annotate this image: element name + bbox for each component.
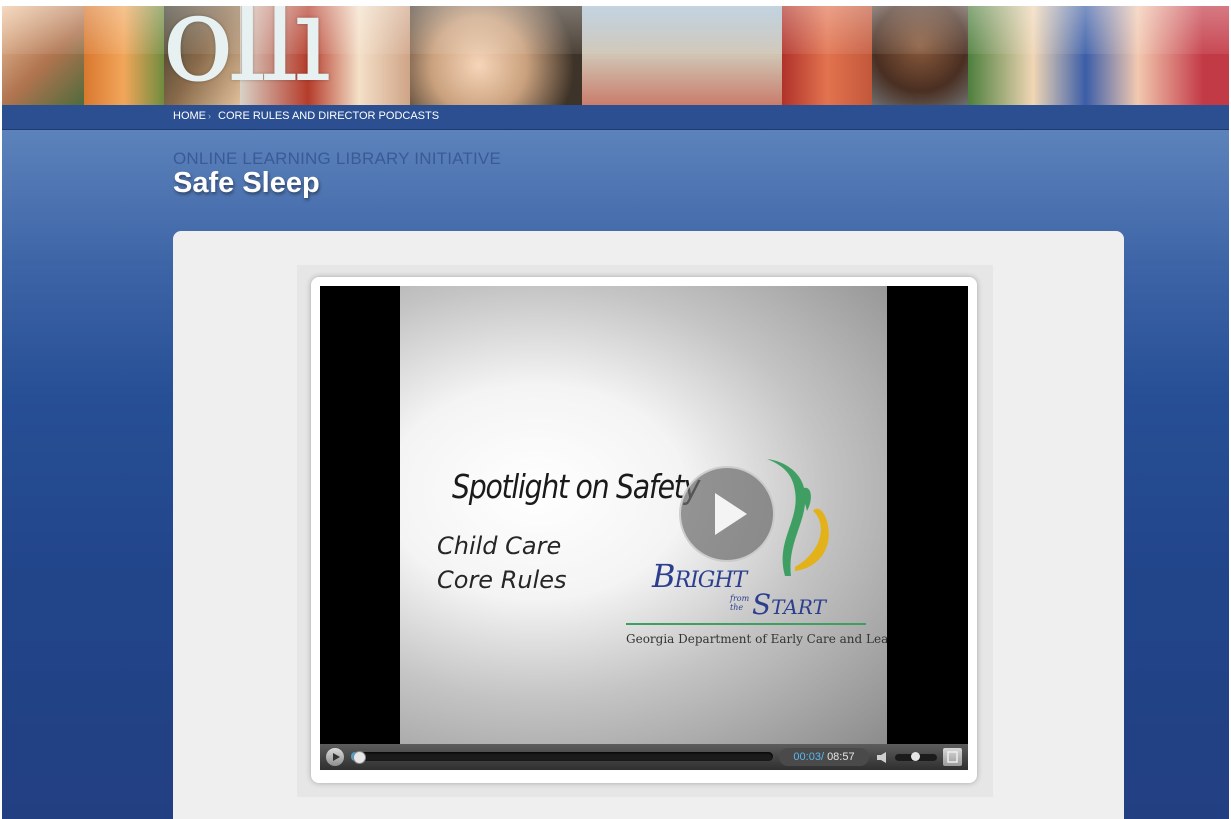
video-controls: 00:03/ 08:57: [320, 744, 968, 770]
slide-subtext: Child Care Core Rules: [437, 529, 567, 597]
seek-handle[interactable]: [353, 751, 367, 764]
duration: 08:57: [827, 751, 855, 763]
speaker-icon[interactable]: [877, 752, 891, 763]
video-screen[interactable]: Spotlight on Safety Child Care Core Rule…: [320, 286, 968, 744]
page-background: olli HOME › CORE RULES AND DIRECTOR PODC…: [2, 6, 1229, 819]
play-icon: [715, 493, 747, 535]
volume-handle[interactable]: [911, 752, 920, 761]
current-time: 00:03: [793, 751, 821, 763]
nav-home-link[interactable]: HOME: [173, 110, 206, 122]
fullscreen-button[interactable]: [943, 748, 962, 766]
volume-slider[interactable]: [895, 752, 937, 761]
seek-bar[interactable]: [351, 751, 773, 764]
fullscreen-icon: [947, 751, 958, 763]
content-panel: Spotlight on Safety Child Care Core Rule…: [173, 231, 1124, 819]
slide-line-1: Child Care: [437, 532, 562, 560]
time-display: 00:03/ 08:57: [779, 748, 869, 766]
nav-core-rules-link[interactable]: CORE RULES AND DIRECTOR PODCASTS: [218, 110, 439, 122]
brand-bright: Bright: [652, 557, 747, 595]
page-title: Safe Sleep: [173, 167, 320, 199]
brand-start: Start: [752, 588, 826, 621]
header-photo-banner: olli: [2, 6, 1229, 105]
time-separator: /: [820, 751, 824, 763]
play-icon: [333, 753, 340, 761]
brand-department: Georgia Department of Early Care and Lea…: [626, 631, 887, 646]
olli-logo[interactable]: olli: [162, 6, 331, 100]
play-button[interactable]: [326, 748, 344, 766]
brand-from-the: from the: [730, 594, 750, 612]
breadcrumb-separator: ›: [208, 111, 211, 121]
slide-headline: Spotlight on Safety: [452, 467, 700, 506]
page-subtitle: ONLINE LEARNING LIBRARY INITIATIVE: [173, 149, 501, 168]
big-play-button[interactable]: [679, 466, 775, 562]
breadcrumb-nav: HOME › CORE RULES AND DIRECTOR PODCASTS: [2, 105, 1229, 130]
brand-divider: [626, 623, 866, 625]
video-frame: Spotlight on Safety Child Care Core Rule…: [400, 286, 887, 744]
video-player: Spotlight on Safety Child Care Core Rule…: [311, 277, 977, 783]
slide-line-2: Core Rules: [437, 566, 567, 594]
